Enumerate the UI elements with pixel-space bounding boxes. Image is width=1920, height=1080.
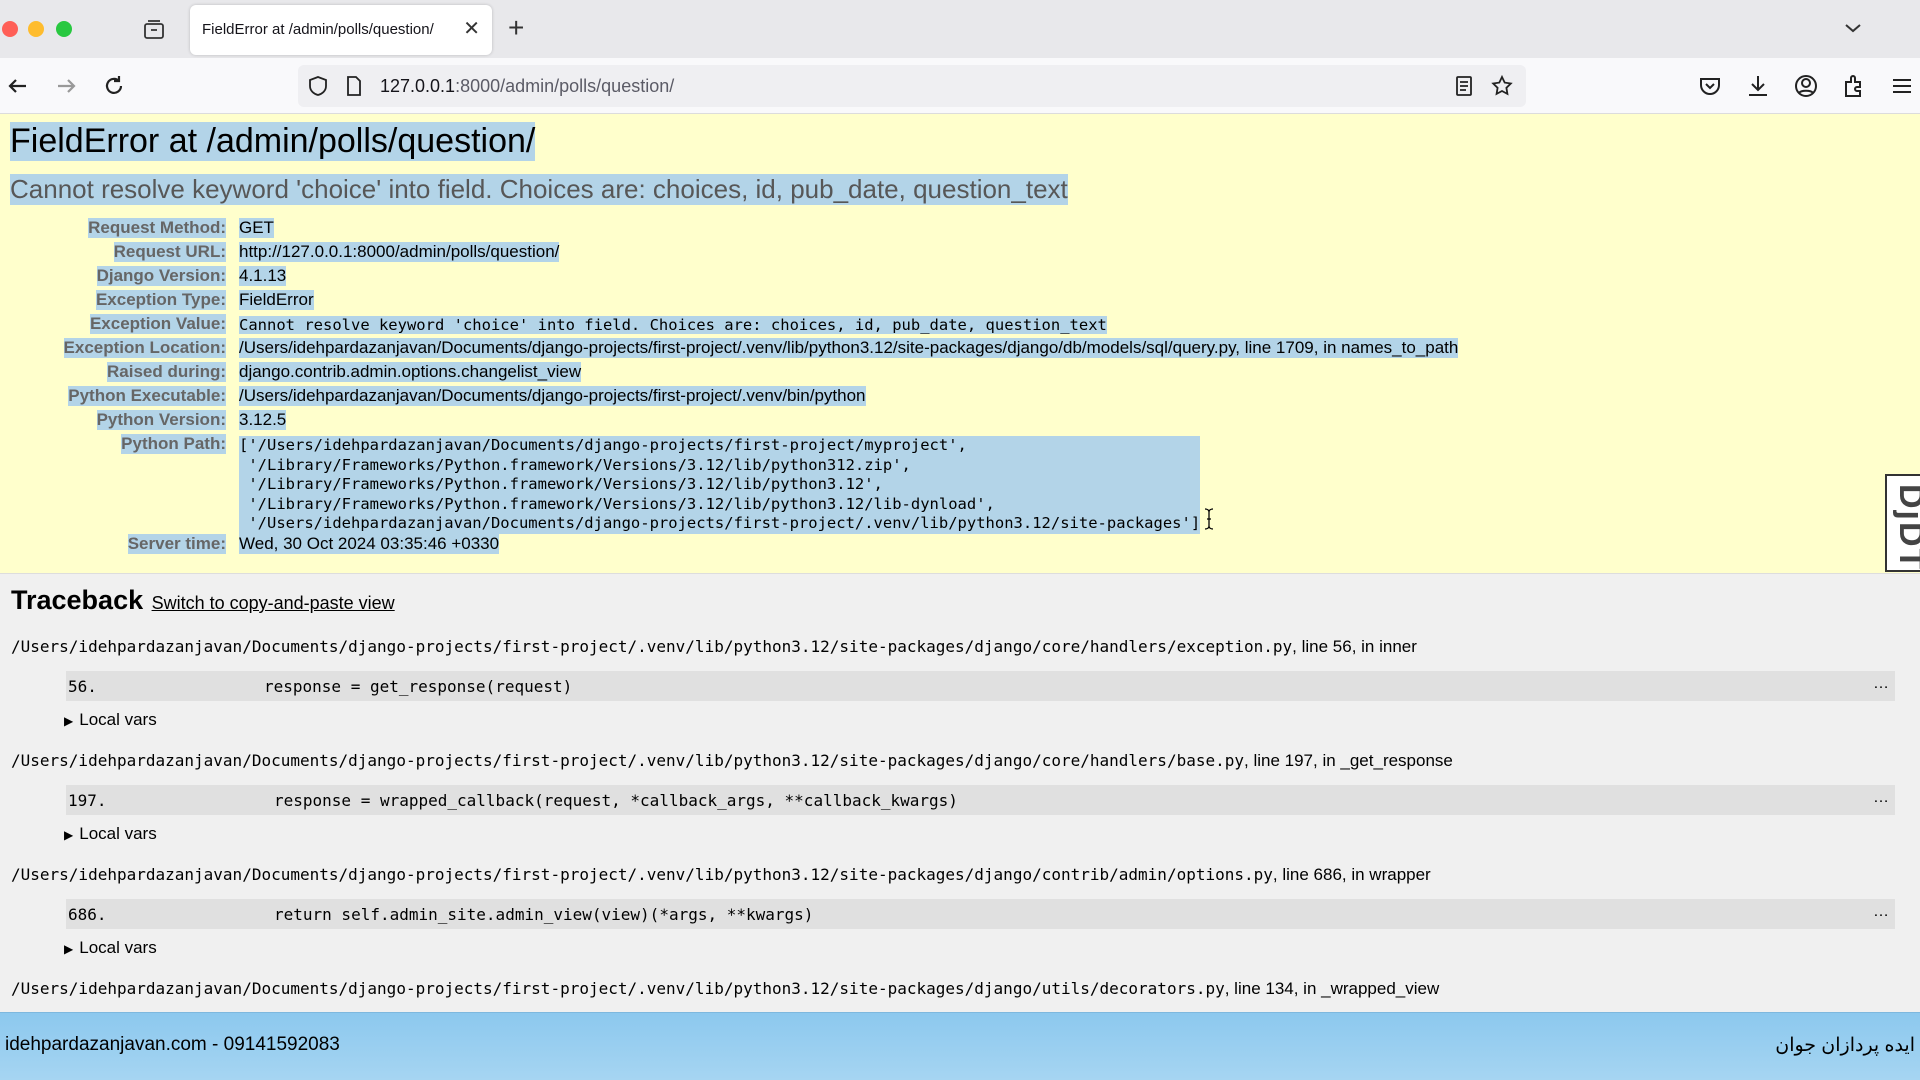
meta-row: Server time: Wed, 30 Oct 2024 03:35:46 +0… xyxy=(127,534,500,554)
meta-row: Request Method: GET xyxy=(88,218,274,238)
footer-brand: ایده پردازان جوان xyxy=(1775,1035,1915,1056)
request-meta-table: Request Method: GET Request URL: http://12… xyxy=(0,218,1920,558)
page-title: FieldError at /admin/polls/question/ xyxy=(10,122,536,161)
watermark-banner: idehpardazanjavan.com - 09141592083 ایده… xyxy=(0,1012,1920,1080)
url-text[interactable]: 127.0.0.1:8000/admin/polls/question/ xyxy=(380,76,674,97)
triangle-right-icon: ▶ xyxy=(64,942,74,956)
python-path-row: Python Path: ['/Users/idehpardazanjavan/D… xyxy=(121,434,1201,534)
navigation-bar: 127.0.0.1:8000/admin/polls/question/ xyxy=(0,58,1920,114)
minimize-window-button[interactable] xyxy=(28,21,44,37)
close-window-button[interactable] xyxy=(2,21,18,37)
triangle-right-icon: ▶ xyxy=(64,828,74,842)
frame-context-line[interactable]: 686. return self.admin_site.admin_view(v… xyxy=(66,899,1895,929)
traceback-title: Traceback xyxy=(11,585,144,615)
download-icon[interactable] xyxy=(1744,72,1772,100)
meta-row: Exception Location:/Users/idehpardazanja… xyxy=(63,338,1459,358)
maximize-window-button[interactable] xyxy=(56,21,72,37)
meta-row: Exception Type: FieldError xyxy=(95,290,314,310)
forward-arrow-icon[interactable] xyxy=(52,72,80,100)
account-icon[interactable] xyxy=(1792,72,1820,100)
text-cursor-icon xyxy=(1204,508,1214,530)
python-path-value: ['/Users/idehpardazanjavan/Documents/dja… xyxy=(239,436,1201,534)
expand-context-button[interactable]: … xyxy=(1873,903,1889,921)
chevron-down-icon[interactable] xyxy=(1843,18,1863,38)
expand-context-button[interactable]: … xyxy=(1873,675,1889,693)
traceback-header: Traceback Switch to copy-and-paste view xyxy=(11,585,395,616)
triangle-right-icon: ▶ xyxy=(64,714,74,728)
expand-context-button[interactable]: … xyxy=(1873,789,1889,807)
switch-view-link[interactable]: Switch to copy-and-paste view xyxy=(152,593,395,613)
exception-message: Cannot resolve keyword 'choice' into fie… xyxy=(10,174,1068,205)
meta-row: Python Executable:/Users/idehpardazanjav… xyxy=(68,386,866,406)
local-vars-toggle[interactable]: ▶ Local vars xyxy=(64,710,157,730)
tab-overview-icon[interactable] xyxy=(142,18,166,42)
tab-active[interactable]: FieldError at /admin/polls/question/ ✕ xyxy=(190,5,492,55)
frame-context-line[interactable]: 56. response = get_response(request) … xyxy=(66,671,1895,701)
django-debug-toolbar-handle[interactable]: DjDT xyxy=(1885,474,1920,572)
local-vars-toggle[interactable]: ▶ Local vars xyxy=(64,824,157,844)
reader-view-icon[interactable] xyxy=(1452,74,1476,98)
footer-contact: idehpardazanjavan.com - 09141592083 xyxy=(5,1034,340,1055)
traceback-section: Traceback Switch to copy-and-paste view … xyxy=(0,575,1920,1012)
menu-icon[interactable] xyxy=(1888,72,1916,100)
local-vars-toggle[interactable]: ▶ Local vars xyxy=(64,938,157,958)
tab-bar: FieldError at /admin/polls/question/ ✕ + xyxy=(0,0,1920,58)
frame-filename: /Users/idehpardazanjavan/Documents/djang… xyxy=(11,865,1431,884)
address-bar[interactable]: 127.0.0.1:8000/admin/polls/question/ xyxy=(298,65,1526,107)
pocket-icon[interactable] xyxy=(1696,72,1724,100)
extensions-icon[interactable] xyxy=(1840,72,1868,100)
frame-filename: /Users/idehpardazanjavan/Documents/djang… xyxy=(11,979,1440,998)
frame-context-line[interactable]: 197. response = wrapped_callback(request… xyxy=(66,785,1895,815)
meta-row: Django Version: 4.1.13 xyxy=(96,266,287,286)
meta-row: Raised during: django.contrib.admin.optio… xyxy=(106,362,582,382)
meta-row: Request URL: http://127.0.0.1:8000/admin/… xyxy=(113,242,560,262)
reload-icon[interactable] xyxy=(100,72,128,100)
shield-icon[interactable] xyxy=(306,74,330,98)
page-info-icon[interactable] xyxy=(342,74,366,98)
meta-row: Python Version: 3.12.5 xyxy=(96,410,287,430)
back-arrow-icon[interactable] xyxy=(4,72,32,100)
frame-filename: /Users/idehpardazanjavan/Documents/djang… xyxy=(11,637,1417,656)
new-tab-button[interactable]: + xyxy=(508,14,524,42)
meta-row: Exception Value: Cannot resolve keyword '… xyxy=(89,314,1107,334)
tab-title: FieldError at /admin/polls/question/ xyxy=(202,21,434,38)
tab-close-icon[interactable]: ✕ xyxy=(463,19,480,39)
bookmark-star-icon[interactable] xyxy=(1490,74,1514,98)
frame-filename: /Users/idehpardazanjavan/Documents/djang… xyxy=(11,751,1453,770)
error-summary: FieldError at /admin/polls/question/ Can… xyxy=(0,114,1920,574)
